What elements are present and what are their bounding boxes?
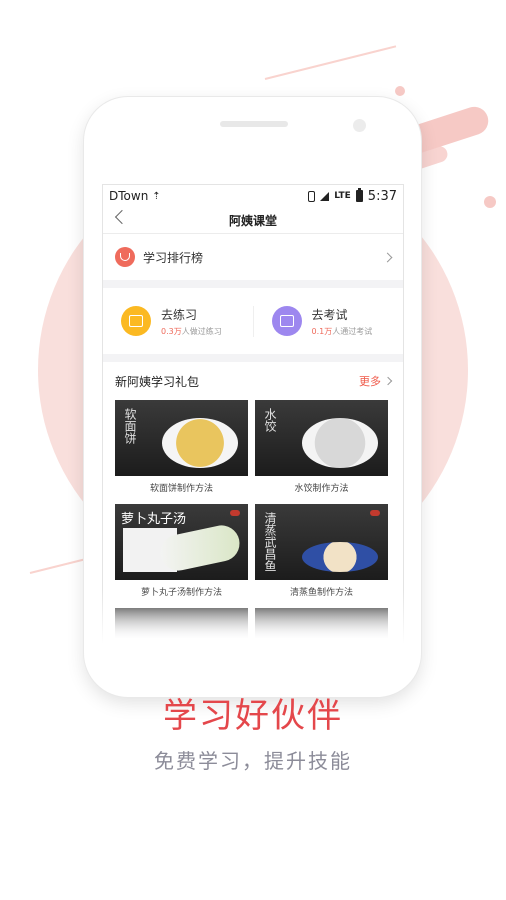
course-thumbnail: 清蒸武昌鱼 (255, 504, 388, 580)
pancake-plate-image (162, 418, 238, 468)
screen-fade (102, 590, 404, 650)
book-icon (121, 306, 151, 336)
phone-speaker (220, 121, 288, 127)
dumpling-plate-image (302, 418, 378, 468)
app-screen: DTown ⇡ LTE 5:37 阿姨课堂 学习排行榜 去练习 0.3万人做过练… (102, 184, 404, 646)
practice-button[interactable]: 去练习 0.3万人做过练习 (103, 306, 253, 337)
fish-plate-image (302, 542, 378, 572)
vibrate-icon (308, 190, 316, 202)
clock: 5:37 (367, 188, 397, 204)
course-card[interactable]: 清蒸武昌鱼 清蒸鱼制作方法 (255, 504, 388, 602)
phone-camera (353, 119, 366, 132)
course-thumbnail: 软面饼 (115, 400, 248, 476)
thumbnail-text: 清蒸武昌鱼 (263, 512, 277, 572)
thumbnail-text: 萝卜丸子汤 (121, 512, 187, 527)
ranking-label: 学习排行榜 (143, 250, 204, 265)
exam-button[interactable]: 去考试 0.1万人通过考试 (252, 305, 404, 337)
course-card[interactable]: 萝卜丸子汤 萝卜丸子汤制作方法 (115, 504, 248, 602)
more-link[interactable]: 更多 (359, 373, 393, 389)
exam-subtitle: 0.1万人通过考试 (311, 326, 373, 336)
chevron-right-icon (382, 252, 393, 262)
course-thumbnail: 萝卜丸子汤 (115, 504, 248, 580)
course-label: 软面饼制作方法 (149, 483, 213, 494)
network-type: LTE (334, 191, 351, 201)
nav-bar: 阿姨课堂 (103, 207, 403, 234)
package-header: 新阿姨学习礼包 更多 (115, 370, 393, 392)
brand-logo-icon (370, 510, 380, 516)
decor-dot (395, 86, 405, 96)
wifi-icon: ⇡ (152, 191, 161, 202)
slogan-title: 学习好伙伴 (163, 696, 343, 736)
decor-dot (484, 196, 496, 208)
practice-subtitle: 0.3万人做过练习 (161, 326, 222, 336)
signal-icon (320, 191, 330, 201)
back-arrow-icon[interactable] (114, 209, 130, 225)
course-card[interactable]: 软面饼 软面饼制作方法 (115, 400, 248, 498)
brand-logo-icon (230, 510, 240, 516)
chevron-right-icon (383, 376, 393, 386)
decor-line (264, 45, 397, 80)
slogan-subtitle: 免费学习，提升技能 (154, 749, 352, 773)
carrier-label: DTown (109, 189, 149, 203)
course-card[interactable]: 水饺 水饺制作方法 (255, 400, 388, 498)
exam-title: 去考试 (311, 307, 348, 322)
page-title: 阿姨课堂 (228, 213, 277, 228)
status-bar: DTown ⇡ LTE 5:37 (103, 185, 403, 207)
course-label: 水饺制作方法 (294, 483, 349, 494)
thumbnail-text: 软面饼 (123, 408, 137, 444)
battery-icon (355, 188, 363, 202)
course-thumbnail: 水饺 (255, 400, 388, 476)
package-title: 新阿姨学习礼包 (115, 374, 200, 389)
action-panel: 去练习 0.3万人做过练习 去考试 0.1万人通过考试 (103, 288, 403, 354)
document-icon (271, 306, 302, 336)
trophy-icon (115, 247, 135, 267)
status-icons: LTE 5:37 (308, 188, 397, 204)
thumbnail-text: 水饺 (263, 408, 277, 432)
practice-title: 去练习 (161, 307, 198, 322)
ranking-row[interactable]: 学习排行榜 (103, 234, 403, 280)
